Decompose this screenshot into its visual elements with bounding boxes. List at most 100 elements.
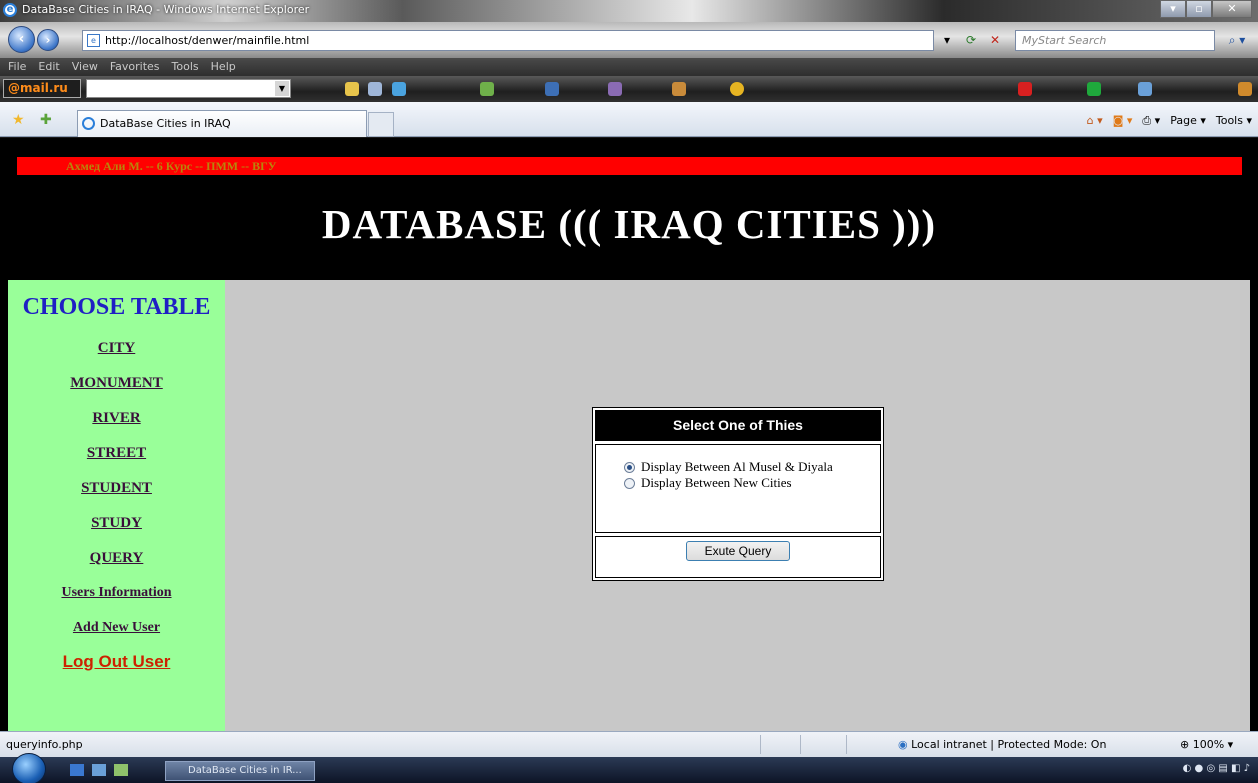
page-menu[interactable]: Page ▾ (1170, 112, 1206, 130)
globe-icon: ◉ (898, 738, 908, 751)
flower-icon[interactable] (480, 82, 494, 96)
internet-explorer-icon: e (3, 3, 17, 17)
status-url: queryinfo.php (6, 738, 83, 751)
sidebar-link-users-information[interactable]: Users Information (8, 585, 225, 601)
menu-view[interactable]: View (72, 58, 98, 76)
people-icon[interactable] (392, 82, 406, 96)
sidebar-heading: CHOOSE TABLE (22, 294, 211, 320)
toolbar-search-input[interactable]: ▼ (86, 79, 291, 98)
back-button[interactable]: ‹ (8, 26, 35, 53)
option-musel-diyala[interactable]: Display Between Al Musel & Diyala (624, 459, 880, 475)
forward-button[interactable]: › (37, 29, 59, 51)
page-title: DATABASE ((( IRAQ CITIES ))) (321, 201, 937, 247)
security-zone[interactable]: ◉ Local intranet | Protected Mode: On (898, 738, 1106, 751)
sidebar-link-river[interactable]: RIVER (8, 410, 225, 427)
query-form-heading: Select One of Thies (595, 410, 881, 441)
author-bar: Ахмед Али М. -- 6 Курс -- ПММ -- ВГУ (17, 157, 1242, 175)
start-button[interactable] (12, 753, 46, 783)
window-title: DataBase Cities in IRAQ - Windows Intern… (22, 3, 310, 16)
command-bar: ⌂ ▾ ◙ ▾ ⎙ ▾ Page ▾ Tools ▾ (1087, 112, 1252, 130)
query-form: Select One of Thies Display Between Al M… (592, 407, 884, 581)
sidebar-link-student[interactable]: STUDENT (8, 480, 225, 497)
add-favorite-icon[interactable]: ✚ (40, 112, 52, 128)
tab-bar: ★ ✚ DataBase Cities in IRAQ ⌂ ▾ ◙ ▾ ⎙ ▾ … (0, 102, 1258, 137)
option-new-cities-label: Display Between New Cities (641, 475, 792, 490)
pencil-icon[interactable] (345, 82, 359, 96)
maximize-button[interactable]: ▫ (1186, 0, 1212, 18)
query-action-row: Exute Query (595, 536, 881, 578)
games-icon[interactable] (730, 82, 744, 96)
menu-favorites[interactable]: Favorites (110, 58, 160, 76)
status-divider (800, 735, 801, 754)
sidebar: CHOOSE TABLE CITY MONUMENT RIVER STREET … (8, 280, 225, 731)
status-divider (760, 735, 761, 754)
tab-page-icon (82, 117, 95, 130)
camera-icon[interactable] (545, 82, 559, 96)
menu-edit[interactable]: Edit (38, 58, 59, 76)
favorites-star-icon[interactable]: ★ (12, 112, 25, 128)
stop-icon[interactable]: ✕ (986, 30, 1004, 50)
page-icon: e (87, 34, 100, 47)
sidebar-link-study[interactable]: STUDY (8, 515, 225, 532)
security-zone-label: Local intranet | Protected Mode: On (911, 738, 1107, 751)
chevron-down-icon: ▾ (1227, 738, 1234, 751)
menu-help[interactable]: Help (211, 58, 236, 76)
dropdown-icon[interactable]: ▾ (938, 30, 956, 50)
query-options: Display Between Al Musel & Diyala Displa… (595, 444, 881, 533)
extra-icon[interactable] (1238, 82, 1252, 96)
tab-active[interactable]: DataBase Cities in IRAQ (77, 110, 367, 137)
sidebar-link-street[interactable]: STREET (8, 445, 225, 462)
video-icon[interactable] (608, 82, 622, 96)
quicklaunch-icon[interactable] (92, 764, 106, 776)
document-icon[interactable] (368, 82, 382, 96)
address-toolbar: ‹ › e http://localhost/denwer/mainfile.h… (0, 22, 1258, 58)
zoom-value: 100% (1192, 738, 1225, 751)
taskbar-ie-window[interactable]: DataBase Cities in IR... (165, 761, 315, 781)
print-icon[interactable]: ⎙ ▾ (1142, 112, 1160, 130)
sidebar-link-city[interactable]: CITY (8, 340, 225, 357)
option-new-cities[interactable]: Display Between New Cities (624, 475, 880, 491)
status-bar: queryinfo.php ◉ Local intranet | Protect… (0, 731, 1258, 757)
mailru-toolbar: @mail.ru ▼ (0, 76, 1258, 102)
option-musel-diyala-label: Display Between Al Musel & Diyala (641, 459, 833, 474)
status-divider (846, 735, 847, 754)
search-icon[interactable]: ⌕ ▾ (1222, 30, 1252, 51)
mailru-logo[interactable]: @mail.ru (3, 79, 81, 98)
search-input[interactable]: MyStart Search (1015, 30, 1215, 51)
users-icon[interactable] (672, 82, 686, 96)
sidebar-link-add-new-user[interactable]: Add New User (8, 620, 225, 636)
window-controls: ▾ ▫ ✕ (1160, 0, 1252, 18)
tools-menu[interactable]: Tools ▾ (1216, 112, 1252, 130)
new-tab-button[interactable] (368, 112, 394, 137)
home-icon[interactable]: ⌂ ▾ (1087, 112, 1103, 130)
menu-tools[interactable]: Tools (172, 58, 199, 76)
menu-file[interactable]: File (8, 58, 26, 76)
show-desktop-icon[interactable] (70, 764, 84, 776)
radio-musel-diyala[interactable] (624, 461, 635, 473)
address-tools: ▾ ⟳ ✕ (938, 30, 1004, 50)
taskbar: DataBase Cities in IR... ◐ ● ◎ ▤ ◧ ♪ (0, 753, 1258, 783)
sidebar-link-monument[interactable]: MONUMENT (8, 375, 225, 392)
logout-link[interactable]: Log Out User (8, 652, 225, 672)
main-content: Select One of Thies Display Between Al M… (225, 280, 1250, 731)
menu-bar: File Edit View Favorites Tools Help (0, 58, 1258, 76)
tab-label: DataBase Cities in IRAQ (100, 117, 231, 130)
zoom-level[interactable]: ⊕ 100% ▾ (1180, 738, 1233, 751)
radio-new-cities[interactable] (624, 477, 635, 489)
refresh-icon[interactable]: ⟳ (962, 30, 980, 50)
feeds-icon[interactable]: ◙ ▾ (1113, 112, 1133, 130)
execute-query-button[interactable]: Exute Query (686, 541, 790, 561)
sidebar-link-query[interactable]: QUERY (8, 550, 225, 567)
close-button[interactable]: ✕ (1212, 0, 1252, 18)
address-value: http://localhost/denwer/mainfile.html (105, 34, 310, 47)
up-arrow-icon (1087, 82, 1101, 96)
address-input[interactable]: e http://localhost/denwer/mainfile.html (82, 30, 934, 51)
down-arrow-icon (1018, 82, 1032, 96)
quicklaunch-icon[interactable] (114, 764, 128, 776)
weather-icon (1138, 82, 1152, 96)
chevron-down-icon[interactable]: ▼ (275, 81, 289, 96)
window-titlebar: e DataBase Cities in IRAQ - Windows Inte… (0, 0, 1258, 22)
web-page: Ахмед Али М. -- 6 Курс -- ПММ -- ВГУ DAT… (0, 138, 1258, 731)
minimize-button[interactable]: ▾ (1160, 0, 1186, 18)
mailru-brand: @mail.ru (8, 81, 68, 95)
